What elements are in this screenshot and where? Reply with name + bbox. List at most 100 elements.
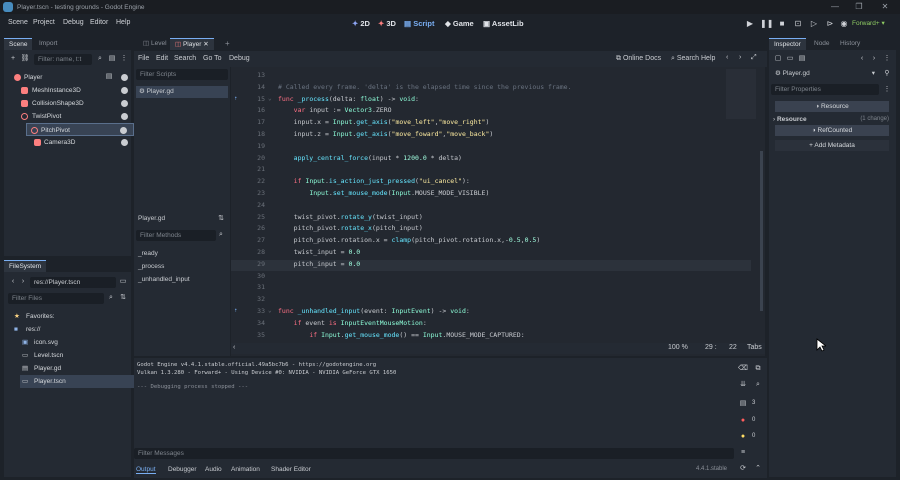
tree-node-meshinstance[interactable]: MeshInstance3D — [4, 84, 134, 97]
workspace-script-button[interactable]: ▤ Script — [404, 19, 434, 28]
sort-icon[interactable]: ⇅ — [118, 293, 128, 303]
tab-scene[interactable]: Scene — [4, 38, 33, 50]
script-menu-debug[interactable]: Debug — [229, 55, 250, 62]
resource-button[interactable]: ◑ Resource — [775, 101, 889, 112]
script-icon[interactable]: ▤ — [104, 72, 114, 82]
visibility-icon[interactable] — [121, 74, 128, 81]
remote-debug-icon[interactable]: ⊡ — [792, 18, 804, 30]
inspected-object-select[interactable]: ⚙ Player.gd ▾ — [771, 68, 879, 80]
tree-node-pitchpivot[interactable]: PitchPivot — [26, 123, 134, 136]
next-script-icon[interactable]: › — [739, 54, 741, 61]
forward-icon[interactable]: › — [18, 277, 28, 287]
code-line[interactable]: 30 — [231, 272, 751, 283]
online-docs-button[interactable]: ⧉ Online Docs — [616, 55, 661, 63]
code-line[interactable]: 16 var input := Vector3.ZERO — [231, 106, 751, 117]
movie-maker-icon[interactable]: ◉ — [838, 18, 850, 30]
code-line[interactable]: 24 — [231, 201, 751, 212]
code-scrollbar[interactable] — [760, 151, 763, 311]
menu-help[interactable]: Help — [116, 19, 130, 26]
bottom-tab-debugger[interactable]: Debugger — [168, 466, 197, 473]
property-menu-icon[interactable]: ⋮ — [882, 85, 892, 95]
script-menu-file[interactable]: File — [138, 55, 149, 62]
refcounted-button[interactable]: ◑ RefCounted — [775, 125, 889, 136]
workspace-game-button[interactable]: ◆ Game — [445, 19, 474, 28]
visibility-icon[interactable] — [121, 100, 128, 107]
object-properties-icon[interactable]: ⚲ — [882, 69, 892, 79]
tab-level[interactable]: ◫ Level — [138, 38, 172, 50]
stop-icon[interactable]: ■ — [776, 18, 788, 30]
fs-item-player-gd[interactable]: ▤ Player.gd — [8, 362, 134, 375]
tree-node-player[interactable]: Player ▤ — [4, 71, 134, 84]
pause-icon[interactable]: ❚❚ — [760, 18, 773, 30]
code-line[interactable]: 34 if event is InputEventMouseMotion: — [231, 319, 751, 330]
bottom-tab-output[interactable]: Output — [136, 466, 156, 474]
filter-messages-input[interactable]: Filter Messages — [134, 448, 734, 459]
link-icon[interactable]: ⛓ — [20, 54, 30, 64]
menu-debug[interactable]: Debug — [63, 19, 84, 26]
script-menu-goto[interactable]: Go To — [203, 55, 222, 62]
code-line[interactable]: 13 — [231, 71, 751, 82]
search-help-button[interactable]: ⌕ Search Help — [671, 55, 715, 63]
history-forward-icon[interactable]: › — [869, 54, 879, 64]
warning-filter-icon[interactable]: ● — [738, 432, 748, 442]
fs-item-res-folder[interactable]: ■ res:// — [8, 323, 134, 336]
history-menu-icon[interactable]: ⋮ — [882, 54, 892, 64]
code-minimap[interactable] — [726, 69, 756, 119]
clear-output-icon[interactable]: ⌫ — [738, 364, 748, 374]
sort-methods-icon[interactable]: ⇅ — [216, 214, 226, 224]
close-tab-icon[interactable]: ✕ — [203, 41, 208, 48]
filesystem-path-input[interactable]: res://Player.tscn — [30, 277, 116, 288]
search-icon[interactable]: ⌕ — [106, 293, 116, 303]
split-mode-icon[interactable]: ▭ — [118, 277, 128, 287]
history-back-icon[interactable]: ‹ — [857, 54, 867, 64]
visibility-icon[interactable] — [121, 87, 128, 94]
menu-editor[interactable]: Editor — [90, 19, 108, 26]
code-line[interactable]: 25 twist_pivot.rotate_y(twist_input) — [231, 213, 751, 224]
tab-player[interactable]: ◫ Player ✕ — [170, 38, 214, 50]
play-custom-icon[interactable]: ⊳ — [824, 18, 836, 30]
minimize-button[interactable]: — — [824, 1, 846, 13]
filter-methods-input[interactable]: Filter Methods — [136, 230, 216, 241]
menu-project[interactable]: Project — [33, 19, 55, 26]
code-line[interactable]: 20 apply_central_force(input * 1200.0 * … — [231, 154, 751, 165]
code-line[interactable]: 18 input.z = Input.get_axis("move_foward… — [231, 130, 751, 141]
workspace-2d-button[interactable]: ✦ 2D — [352, 19, 370, 28]
fs-item-icon-svg[interactable]: ▣ icon.svg — [8, 336, 134, 349]
renderer-select[interactable]: Forward+ ▾ — [852, 19, 885, 27]
indentation-mode[interactable]: Tabs — [747, 344, 762, 351]
code-line[interactable]: 23 Input.set_mouse_mode(Input.MOUSE_MODE… — [231, 189, 751, 200]
filesystem-filter-input[interactable]: Filter Files — [8, 293, 104, 304]
fs-item-level-tscn[interactable]: ▭ Level.tscn — [8, 349, 134, 362]
code-editor[interactable]: 13 14 # Called every frame. 'delta' is the… — [231, 67, 765, 356]
workspace-assetlib-button[interactable]: ▣ AssetLib — [483, 19, 524, 28]
visibility-icon[interactable] — [120, 127, 127, 134]
scene-filter-input[interactable]: Filter: name, t:t — [34, 54, 92, 65]
update-spinner-icon[interactable]: ⟳ — [738, 464, 748, 474]
attach-script-icon[interactable]: ▤ — [107, 54, 117, 64]
filter-properties-input[interactable]: Filter Properties — [771, 84, 879, 95]
code-line[interactable]: 15 func _process(delta: float) -> void: ⇡ ⌄ — [231, 95, 751, 106]
script-menu-edit[interactable]: Edit — [156, 55, 168, 62]
menu-scene[interactable]: Scene — [8, 19, 28, 26]
open-resource-icon[interactable]: ▭ — [785, 54, 795, 64]
tab-inspector[interactable]: Inspector — [769, 38, 806, 50]
fs-item-player-tscn[interactable]: ▭ Player.tscn — [20, 375, 134, 388]
expand-panel-icon[interactable]: ⌃ — [753, 464, 763, 474]
tab-import[interactable]: Import — [34, 38, 62, 50]
maximize-button[interactable]: ❐ — [848, 1, 870, 13]
fs-item-favorites[interactable]: ★ Favorites: — [8, 310, 134, 323]
save-resource-icon[interactable]: ▤ — [797, 54, 807, 64]
code-line[interactable]: 17 input.x = Input.get_axis("move_left",… — [231, 118, 751, 129]
fold-icon[interactable]: ⌄ — [268, 95, 272, 102]
code-line[interactable]: 35 if Input.get_mouse_mode() == Input.MO… — [231, 331, 751, 342]
script-menu-search[interactable]: Search — [174, 55, 196, 62]
visibility-icon[interactable] — [121, 113, 128, 120]
code-line[interactable]: 31 — [231, 283, 751, 294]
method-item[interactable]: _unhandled_input — [138, 276, 190, 283]
copy-output-icon[interactable]: ⧉ — [753, 364, 763, 374]
play-scene-icon[interactable]: ▷ — [808, 18, 820, 30]
bottom-tab-animation[interactable]: Animation — [231, 466, 260, 473]
code-line[interactable]: 22 if Input.is_action_just_pressed("ui_c… — [231, 177, 751, 188]
zoom-level[interactable]: 100 % — [668, 344, 688, 351]
search-icon[interactable]: ⌕ — [753, 380, 763, 390]
